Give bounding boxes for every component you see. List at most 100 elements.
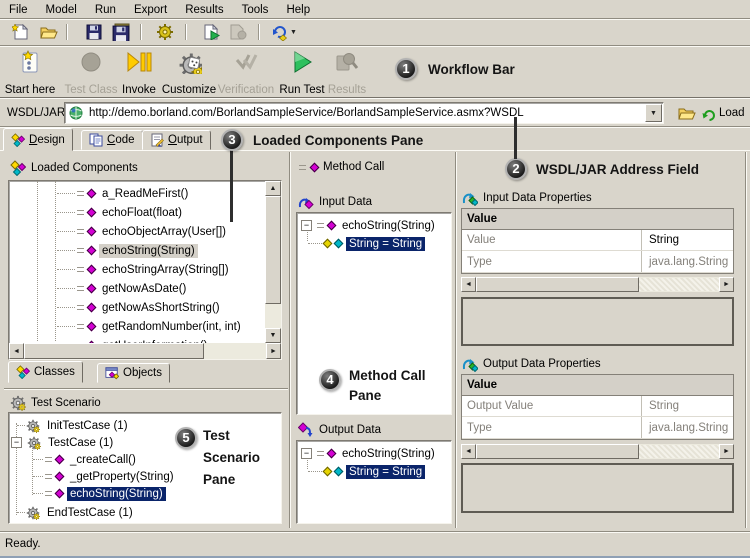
input-data-tree[interactable]: − echoString(String) String = String 4 M… (296, 212, 452, 415)
callout-3-label: Loaded Components Pane (253, 133, 423, 148)
workflow-invoke[interactable]: Invoke (113, 50, 165, 96)
method-call-header: Method Call (299, 161, 384, 173)
workflow-test-class-label: Test Class (64, 84, 117, 96)
tree-item[interactable]: echoObjectArray(User[]) (57, 223, 229, 240)
scenario-item-endtestcase[interactable]: EndTestCase (1) (17, 504, 136, 521)
input-data-icon (298, 194, 314, 210)
scrollbar-thumb[interactable] (476, 444, 639, 459)
scroll-down-button[interactable]: ▼ (265, 328, 281, 343)
run-document-button[interactable] (199, 21, 223, 43)
horizontal-scrollbar[interactable]: ◄ ► (9, 343, 281, 359)
scrollbar-track[interactable] (639, 445, 719, 458)
menu-run[interactable]: Run (86, 2, 125, 18)
input-properties-hscrollbar[interactable]: ◄ ► (461, 277, 734, 292)
workflow-run-test[interactable]: Run Test (276, 50, 328, 96)
menu-export[interactable]: Export (125, 2, 176, 18)
scroll-left-button[interactable]: ◄ (9, 343, 24, 359)
scroll-right-button[interactable]: ► (266, 343, 281, 359)
table-row[interactable]: Type java.lang.String (462, 418, 733, 439)
scroll-left-button[interactable]: ◄ (461, 277, 476, 292)
loaded-components-tree[interactable]: a_ReadMeFirst() echoFloat(float) echoObj… (8, 180, 282, 360)
scrollbar-track[interactable] (639, 278, 719, 291)
tree-item[interactable]: echoStringArray(String[]) (57, 261, 232, 278)
input-tree-child-selected[interactable]: String = String (308, 235, 425, 252)
tab-code[interactable]: Code (81, 130, 143, 150)
vertical-scrollbar[interactable]: ▲ ▼ (265, 181, 281, 343)
callout-5-badge: 5 (175, 427, 197, 449)
verification-icon (234, 50, 258, 74)
method-diamond-icon (327, 221, 337, 231)
scroll-up-button[interactable]: ▲ (265, 181, 281, 196)
scenario-item-echostring-selected[interactable]: echoString(String) (33, 485, 166, 502)
output-tree-child-selected[interactable]: String = String (308, 463, 425, 480)
output-tab-icon (150, 133, 164, 147)
menu-tools[interactable]: Tools (233, 2, 278, 18)
tab-classes[interactable]: Classes (8, 361, 83, 383)
save-icon (86, 24, 102, 40)
output-properties-table[interactable]: Value Output Value String Type java.lang… (461, 374, 734, 440)
new-file-button[interactable] (8, 21, 32, 43)
input-properties-icon (462, 190, 478, 206)
scenario-item-createcall[interactable]: _createCall() (33, 451, 139, 468)
open-file-button[interactable] (37, 21, 61, 43)
output-data-tree[interactable]: − echoString(String) String = String (296, 440, 452, 524)
callout-4-badge: 4 (319, 369, 341, 391)
load-button[interactable]: Load (702, 102, 745, 124)
menu-results[interactable]: Results (176, 2, 232, 18)
callout-3-line (230, 150, 233, 222)
menu-model[interactable]: Model (37, 2, 86, 18)
wsdl-url-text[interactable]: http://demo.borland.com/BorlandSampleSer… (89, 107, 524, 119)
collapse-toggle[interactable]: − (11, 437, 22, 448)
scenario-item-inittestcase[interactable]: InitTestCase (1) (17, 417, 131, 434)
scenario-item-testcase[interactable]: − TestCase (1) (11, 434, 116, 451)
application-window: File Model Run Export Results Tools Help (0, 0, 750, 558)
scrollbar-thumb[interactable] (476, 277, 639, 292)
scrollbar-thumb[interactable] (265, 196, 281, 304)
scenario-item-getproperty[interactable]: _getProperty(String) (33, 468, 177, 485)
wsdl-address-combobox[interactable]: http://demo.borland.com/BorlandSampleSer… (64, 102, 664, 124)
input-tree-root[interactable]: − echoString(String) (301, 217, 438, 234)
callout-3-badge: 3 (221, 129, 243, 151)
new-file-icon (12, 24, 28, 40)
tab-output[interactable]: Output (142, 130, 211, 150)
results-icon (335, 50, 359, 74)
scroll-right-button[interactable]: ► (719, 444, 734, 459)
tab-objects[interactable]: Objects (97, 363, 170, 383)
tree-item[interactable]: getRandomNumber(int, int) (57, 318, 244, 335)
table-row[interactable]: Value String (462, 230, 733, 251)
tree-item[interactable]: getNowAsShortString() (57, 299, 223, 316)
input-properties-table[interactable]: Value Value String Type java.lang.String (461, 208, 734, 274)
tree-item[interactable]: echoFloat(float) (57, 204, 185, 221)
save-button[interactable] (82, 21, 106, 43)
output-properties-hscrollbar[interactable]: ◄ ► (461, 444, 734, 459)
wsdl-dropdown-button[interactable]: ▼ (645, 104, 662, 122)
type-diamond-icon (334, 467, 344, 477)
output-tree-root[interactable]: − echoString(String) (301, 445, 438, 462)
scroll-left-button[interactable]: ◄ (461, 444, 476, 459)
value-cell[interactable]: String (645, 234, 679, 246)
loaded-components-title: Loaded Components (31, 162, 138, 174)
table-row[interactable]: Type java.lang.String (462, 252, 733, 273)
toolbar-separator (140, 24, 142, 40)
menu-file[interactable]: File (0, 2, 37, 18)
toolbar-dropdown-caret[interactable]: ▼ (290, 29, 297, 36)
globe-icon (69, 106, 83, 120)
collapse-toggle[interactable]: − (301, 448, 312, 459)
tree-item-selected[interactable]: echoString(String) (57, 242, 198, 259)
scrollbar-thumb[interactable] (24, 343, 204, 359)
tab-design[interactable]: Design (3, 128, 73, 151)
menu-help[interactable]: Help (277, 2, 319, 18)
test-scenario-tree[interactable]: InitTestCase (1) − TestCase (1) _createC… (8, 412, 282, 524)
workflow-start-here[interactable]: Start here (1, 50, 59, 96)
browse-wsdl-button[interactable] (674, 102, 700, 124)
workflow-customize[interactable]: Customize (162, 50, 216, 96)
tree-item[interactable]: a_ReadMeFirst() (57, 185, 191, 202)
output-data-title: Output Data (319, 424, 381, 436)
update-button[interactable] (268, 21, 292, 43)
collapse-toggle[interactable]: − (301, 220, 312, 231)
tree-item[interactable]: getNowAsDate() (57, 280, 189, 297)
table-row[interactable]: Output Value String (462, 396, 733, 417)
settings-gears-button[interactable] (153, 21, 177, 43)
save-all-button[interactable] (109, 21, 133, 43)
scroll-right-button[interactable]: ► (719, 277, 734, 292)
